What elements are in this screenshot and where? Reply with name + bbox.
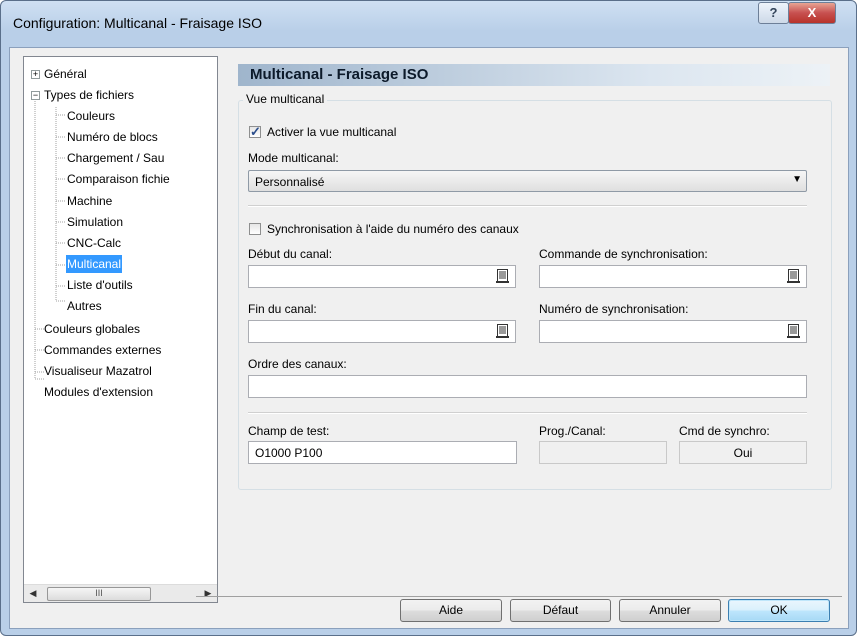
tree-item-comparaison[interactable]: Comparaison fichie — [67, 170, 170, 188]
tree-item-commandes-externes[interactable]: Commandes externes — [44, 341, 161, 359]
separator — [248, 205, 807, 207]
dropdown-arrow-icon: ▼ — [792, 174, 802, 185]
champ-test-field[interactable]: O1000 P100 — [248, 441, 517, 464]
dialog-client-area: + Général − Types de fichiers Couleurs N… — [9, 47, 849, 629]
activate-multicanal-label[interactable]: Activer la vue multicanal — [267, 125, 396, 139]
scroll-right-icon[interactable]: ▶ — [201, 587, 215, 600]
window-title: Configuration: Multicanal - Fraisage ISO — [13, 15, 262, 31]
sync-channels-label[interactable]: Synchronisation à l'aide du numéro des c… — [267, 222, 519, 236]
ordre-canaux-label: Ordre des canaux: — [248, 357, 347, 371]
commande-sync-field[interactable] — [539, 265, 807, 288]
cmd-synchro-label: Cmd de synchro: — [679, 424, 770, 438]
tree-item-types-de-fichiers[interactable]: Types de fichiers — [44, 86, 134, 104]
document-icon[interactable] — [496, 324, 510, 338]
tree-item-cnc-calc[interactable]: CNC-Calc — [67, 234, 121, 252]
debut-canal-field[interactable] — [248, 265, 516, 288]
fin-canal-field[interactable] — [248, 320, 516, 343]
separator — [248, 412, 807, 414]
scroll-left-icon[interactable]: ◀ — [26, 587, 40, 600]
mode-multicanal-select[interactable]: Personnalisé ▼ — [248, 170, 807, 192]
collapse-minus-icon[interactable]: − — [31, 91, 40, 100]
mode-multicanal-label: Mode multicanal: — [248, 151, 339, 165]
scroll-thumb[interactable]: III — [47, 587, 151, 601]
prog-canal-label: Prog./Canal: — [539, 424, 606, 438]
tree-item-multicanal[interactable]: Multicanal — [66, 255, 123, 273]
tree-item-couleurs-globales[interactable]: Couleurs globales — [44, 320, 140, 338]
tree-item-simulation[interactable]: Simulation — [67, 213, 123, 231]
champ-test-value: O1000 P100 — [255, 446, 323, 460]
tree-item-autres[interactable]: Autres — [67, 297, 102, 315]
tree-item-visualiseur-mazatrol[interactable]: Visualiseur Mazatrol — [44, 362, 152, 380]
group-title: Vue multicanal — [243, 92, 328, 106]
activate-multicanal-checkbox[interactable] — [249, 124, 261, 140]
annuler-button[interactable]: Annuler — [619, 599, 721, 622]
fin-canal-label: Fin du canal: — [248, 302, 317, 316]
cmd-synchro-value: Oui — [733, 446, 753, 460]
title-bar[interactable]: Configuration: Multicanal - Fraisage ISO… — [1, 1, 856, 47]
tree-item-couleurs[interactable]: Couleurs — [67, 107, 115, 125]
close-icon[interactable]: X — [788, 2, 836, 24]
sync-channels-checkbox[interactable] — [249, 223, 261, 235]
settings-tree[interactable]: + Général − Types de fichiers Couleurs N… — [23, 56, 218, 603]
expand-plus-icon[interactable]: + — [31, 70, 40, 79]
ok-button[interactable]: OK — [728, 599, 830, 622]
cmd-synchro-field: Oui — [679, 441, 807, 464]
numero-sync-field[interactable] — [539, 320, 807, 343]
prog-canal-field — [539, 441, 667, 464]
tree-item-numero-de-blocs[interactable]: Numéro de blocs — [67, 128, 158, 146]
numero-sync-label: Numéro de synchronisation: — [539, 302, 689, 316]
debut-canal-label: Début du canal: — [248, 247, 333, 261]
button-separator — [196, 596, 842, 597]
configuration-window: Configuration: Multicanal - Fraisage ISO… — [0, 0, 857, 636]
tree-item-general[interactable]: Général — [44, 65, 87, 83]
mode-multicanal-value: Personnalisé — [255, 175, 325, 189]
aide-button[interactable]: Aide — [400, 599, 502, 622]
defaut-button[interactable]: Défaut — [510, 599, 611, 622]
tree-item-machine[interactable]: Machine — [67, 192, 112, 210]
tree-item-chargement[interactable]: Chargement / Sau — [67, 149, 164, 167]
section-header: Multicanal - Fraisage ISO — [238, 64, 830, 86]
document-icon[interactable] — [496, 269, 510, 283]
champ-test-label: Champ de test: — [248, 424, 330, 438]
commande-sync-label: Commande de synchronisation: — [539, 247, 708, 261]
help-icon[interactable]: ? — [758, 2, 789, 24]
tree-item-liste-d-outils[interactable]: Liste d'outils — [67, 276, 133, 294]
document-icon[interactable] — [787, 324, 801, 338]
tree-horizontal-scrollbar[interactable]: ◀ III ▶ — [24, 584, 217, 602]
document-icon[interactable] — [787, 269, 801, 283]
tree-item-modules-d-extension[interactable]: Modules d'extension — [44, 383, 153, 401]
ordre-canaux-field[interactable] — [248, 375, 807, 398]
